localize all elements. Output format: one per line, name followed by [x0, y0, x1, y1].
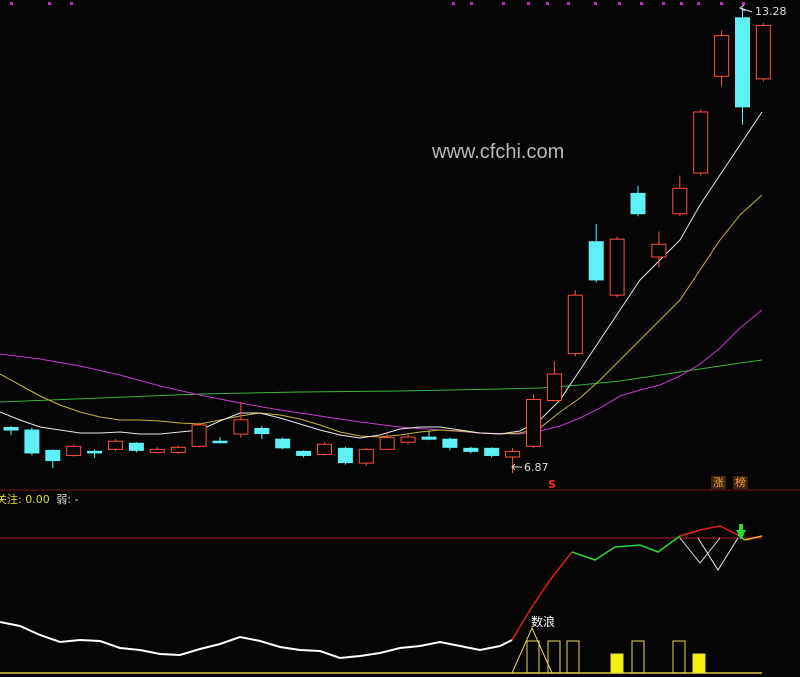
candle-down: [128, 442, 144, 451]
indicator-bar: [526, 640, 540, 674]
price-low-marker: [511, 463, 522, 471]
candle-up: [672, 187, 688, 215]
indicator-weak-value: -: [74, 493, 79, 506]
tag-rise: 涨: [711, 476, 726, 489]
candle-down: [442, 438, 458, 448]
candle-down: [484, 447, 500, 456]
tag-rank: 榜: [733, 476, 748, 489]
candle-up: [546, 373, 562, 402]
candle-up: [317, 443, 332, 455]
ma-short-yellow: [0, 194, 763, 438]
candle-down: [87, 450, 103, 454]
top-marker-dot: [452, 2, 455, 5]
candle-up: [66, 445, 82, 456]
indicator-wave-white: [0, 621, 513, 660]
candle-down: [463, 447, 479, 452]
top-marker-dot: [567, 2, 570, 5]
candle-down: [212, 440, 228, 444]
indicator-line-red-2: [679, 525, 739, 537]
indicator-weak-label: 弱:: [56, 493, 71, 506]
top-marker-dot: [527, 2, 530, 5]
candle-down: [45, 449, 61, 462]
candle-down: [3, 426, 19, 431]
top-marker-dot: [502, 2, 505, 5]
candle-up: [108, 440, 123, 450]
top-marker-dot: [720, 2, 723, 5]
indicator-header: 关注: 0.00 弱: -: [0, 493, 78, 506]
top-marker-dots: [10, 2, 745, 5]
indicator-label-value: 0.00: [25, 493, 50, 506]
indicator-label-prefix: 关注:: [0, 493, 22, 506]
candle-down: [421, 436, 437, 440]
candle-up: [505, 450, 521, 458]
candle-up: [149, 448, 165, 453]
top-marker-dot: [662, 2, 665, 5]
candle-up: [755, 24, 771, 80]
candle-down: [254, 427, 270, 435]
candle-up: [191, 424, 207, 447]
top-marker-dot: [680, 2, 683, 5]
indicator-bar-filled: [610, 653, 624, 674]
candle-up: [526, 398, 541, 447]
top-marker-dot: [70, 2, 73, 5]
top-marker-dot: [470, 2, 473, 5]
indicator-annotation: 数浪: [531, 615, 556, 629]
candle-up: [693, 111, 709, 174]
s-signal-marker: S: [548, 478, 556, 491]
top-marker-dot: [697, 2, 700, 5]
ma-mid-magenta: [0, 309, 763, 435]
ma-fast-white: [0, 111, 763, 439]
stock-chart[interactable]: [0, 0, 800, 677]
candle-up: [170, 446, 186, 453]
indicator-bar: [566, 640, 580, 674]
candle-up: [609, 238, 625, 296]
candle-up: [233, 419, 249, 435]
top-marker-dot: [48, 2, 51, 5]
top-marker-dot: [742, 2, 745, 5]
indicator-line-green: [571, 529, 701, 561]
top-marker-dot: [10, 2, 13, 5]
indicator-bar: [631, 640, 645, 674]
candle-down: [275, 438, 291, 449]
candle-down: [588, 241, 604, 281]
candle-down: [24, 429, 40, 454]
candle-down: [735, 17, 750, 108]
candle-up: [567, 294, 583, 355]
candle-up: [379, 437, 395, 450]
candle-down: [296, 450, 312, 456]
indicator-triangle: [511, 626, 553, 674]
watermark-text: www.cfchi.com: [432, 141, 565, 163]
candle-up: [714, 35, 730, 77]
price-low-label: 6.87: [524, 461, 549, 474]
ma-long-green: [0, 359, 763, 403]
price-high-label: 13.28: [755, 5, 787, 18]
top-marker-dot: [546, 2, 549, 5]
indicator-v-pattern: [679, 537, 739, 571]
candle-down: [630, 192, 646, 215]
candle-up: [400, 436, 416, 443]
indicator-bars: [526, 640, 706, 674]
candle-down: [337, 447, 353, 464]
top-marker-dot: [640, 2, 643, 5]
indicator-bar-filled: [692, 653, 706, 674]
candlestick-series: [3, 7, 771, 474]
top-marker-dot: [594, 2, 597, 5]
candle-up: [358, 448, 374, 464]
candle-up: [651, 243, 667, 258]
indicator-bar: [672, 640, 686, 674]
top-marker-dot: [618, 2, 621, 5]
price-high-marker: [739, 4, 753, 13]
